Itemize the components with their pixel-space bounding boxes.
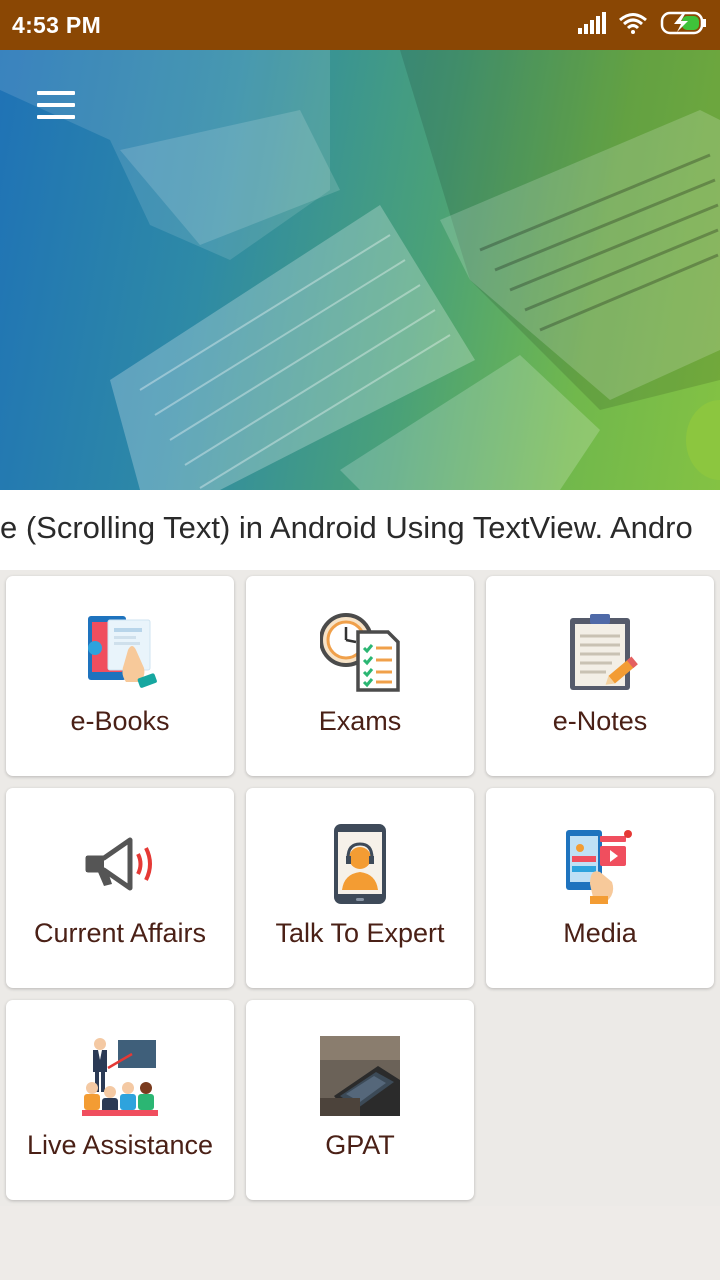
exam-clock-checklist-icon xyxy=(320,612,400,692)
menu-tile-label: Current Affairs xyxy=(33,918,207,948)
menu-tile-exams[interactable]: Exams xyxy=(246,576,474,776)
menu-grid: e-Books Exams e-Notes Current Affairs Ta… xyxy=(0,570,720,1206)
menu-tile-media[interactable]: Media xyxy=(486,788,714,988)
wifi-icon xyxy=(618,12,648,39)
teacher-classroom-icon xyxy=(80,1036,160,1116)
menu-tile-ebooks[interactable]: e-Books xyxy=(6,576,234,776)
gpat-thumbnail-icon xyxy=(320,1036,400,1116)
hamburger-menu-icon[interactable] xyxy=(26,80,86,130)
clipboard-pencil-icon xyxy=(560,612,640,692)
menu-tile-label: GPAT xyxy=(325,1130,395,1160)
marquee-text: e (Scrolling Text) in Android Using Text… xyxy=(0,510,693,545)
menu-tile-gpat[interactable]: GPAT xyxy=(246,1000,474,1200)
menu-tile-label: e-Books xyxy=(70,706,170,736)
battery-charging-icon xyxy=(660,11,708,40)
menu-tile-live-assistance[interactable]: Live Assistance xyxy=(6,1000,234,1200)
hero-image xyxy=(0,50,720,490)
media-phone-icon xyxy=(560,824,640,904)
menu-tile-label: e-Notes xyxy=(552,706,648,736)
ebook-reader-icon xyxy=(80,612,160,692)
menu-tile-talk-to-expert[interactable]: Talk To Expert xyxy=(246,788,474,988)
status-time: 4:53 PM xyxy=(12,11,102,38)
status-icons xyxy=(578,11,708,40)
status-bar: 4:53 PM xyxy=(0,0,720,50)
scrolling-text-banner: e (Scrolling Text) in Android Using Text… xyxy=(0,490,720,570)
menu-tile-label: Live Assistance xyxy=(26,1130,214,1160)
signal-icon xyxy=(578,11,606,39)
expert-tablet-icon xyxy=(320,824,400,904)
menu-tile-label: Media xyxy=(563,918,637,948)
menu-tile-label: Exams xyxy=(318,706,402,736)
hero-banner xyxy=(0,50,720,490)
menu-tile-label: Talk To Expert xyxy=(275,918,445,948)
menu-tile-enotes[interactable]: e-Notes xyxy=(486,576,714,776)
menu-tile-current-affairs[interactable]: Current Affairs xyxy=(6,788,234,988)
megaphone-icon xyxy=(80,824,160,904)
